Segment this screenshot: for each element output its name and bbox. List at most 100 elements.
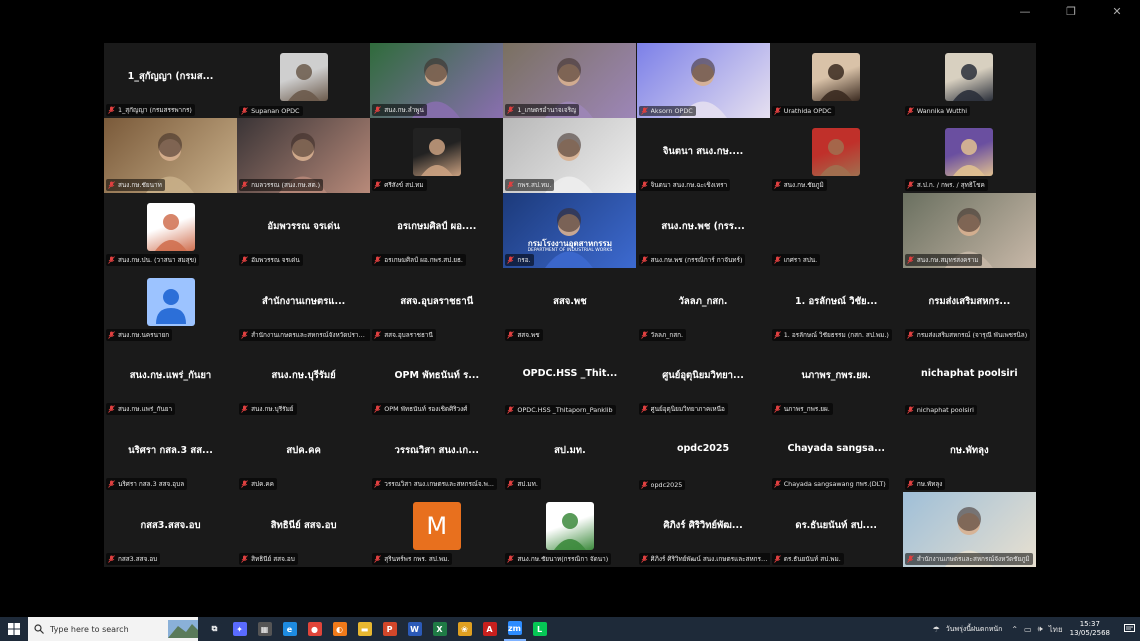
participant-tile[interactable]: กรมส่งเสริมสหกร... กรมส่งเสริมสหกรณ์ (จาร… bbox=[902, 267, 1036, 343]
participant-tile[interactable]: OPM พัทธนันท์ ร... OPM พัทธนันท์ รองเชิดศ… bbox=[370, 342, 504, 418]
weather-text[interactable]: วันพรุ่งนี้ฝนตกหนัก bbox=[946, 624, 1003, 635]
participant-name: ศิภิงร์ ศิริวิทย์พัฒน์ สนง.เกษตรและสหกรณ… bbox=[650, 555, 768, 564]
participant-tile[interactable]: กมลวรรณ (สนง.กษ.สต.) bbox=[237, 117, 371, 193]
participant-tile[interactable]: วัลลภ_กสก. วัลลภ_กสก. bbox=[636, 267, 770, 343]
participant-tile[interactable]: สนง.กษ.ชัยนาท bbox=[104, 117, 237, 193]
mic-muted-icon bbox=[108, 255, 115, 264]
participant-tile[interactable]: สนง.กษ.พช (กรร... สนง.กษ.พช (กรรณิการ์ กา… bbox=[636, 192, 770, 268]
participant-tile[interactable]: สปค.คค สปค.คค bbox=[237, 417, 371, 493]
participant-tile[interactable]: สนง.กษ.แพร่_กันยา สนง.กษ.แพร่_กันยา bbox=[104, 342, 237, 418]
photos-app-button[interactable]: ❀ bbox=[454, 617, 476, 641]
participant-tile[interactable]: Aksorn OPDC bbox=[636, 43, 770, 118]
participant-tile[interactable]: สนง.กษ.บุรีรัมย์ สนง.กษ.บุรีรัมย์ bbox=[237, 342, 371, 418]
participant-tile[interactable]: ศิภิงร์ ศิริวิทย์พัฒ... ศิภิงร์ ศิริวิทย์… bbox=[636, 492, 770, 568]
search-box[interactable]: Type here to search bbox=[28, 617, 198, 641]
clock-time: 15:37 bbox=[1079, 620, 1100, 628]
participant-tile[interactable]: ดร.ธันยนันท์ สป.... ดร.ธันยนันท์ สป.พม. bbox=[769, 492, 903, 568]
participant-tile[interactable]: สนง.กษ.สมุทรสงคราม bbox=[902, 192, 1036, 268]
participant-tile[interactable]: กษ.พัทลุง กษ.พัทลุง bbox=[902, 417, 1036, 493]
participant-tile[interactable]: วรรณวิสา สนง.เก... วรรณวิสา สนง.เกษตรและส… bbox=[370, 417, 504, 493]
firefox-app-button[interactable]: ◐ bbox=[329, 617, 351, 641]
language-indicator[interactable]: ไทย bbox=[1049, 623, 1063, 636]
window-controls: — ❐ ✕ bbox=[1002, 0, 1140, 22]
participant-nameplate: ศิภิงร์ ศิริวิทย์พัฒน์ สนง.เกษตรและสหกรณ… bbox=[638, 553, 770, 566]
participant-tile[interactable]: Supanan OPDC bbox=[237, 43, 371, 118]
participant-tile[interactable]: กพร.สป.ทม. bbox=[503, 117, 637, 193]
participant-tile[interactable]: นริศรา กสล.3 สส... นริศรา กสล.3 สสจ.อุบล bbox=[104, 417, 237, 493]
participant-tile[interactable]: สป.มท. สป.มท. bbox=[503, 417, 637, 493]
participant-tile[interactable]: 1_สุกัญญา (กรมส... 1_สุกัญญา (กรมสรรพากร) bbox=[104, 43, 237, 118]
weather-icon[interactable]: ☂ bbox=[933, 625, 940, 634]
user-icon bbox=[155, 288, 186, 324]
file-explorer-app-button[interactable]: ▬ bbox=[354, 617, 376, 641]
clock[interactable]: 15:37 13/05/2568 bbox=[1070, 620, 1110, 638]
participant-tile[interactable]: OPDC.HSS _Thit... OPDC.HSS _Thitaporn_Pan… bbox=[503, 342, 637, 418]
participant-name: วัลลภ_กสก. bbox=[650, 330, 684, 339]
edge-app-button[interactable]: e bbox=[279, 617, 301, 641]
acrobat-app-button[interactable]: A bbox=[479, 617, 501, 641]
participant-tile[interactable]: สนง.กษ.ปน. (วาสนา สมสุข) bbox=[104, 192, 237, 268]
participant-tile[interactable]: สนง.กษ.นครนายก bbox=[104, 267, 237, 343]
calculator-app-button[interactable]: ▦ bbox=[254, 617, 276, 641]
participant-nameplate: 1_เกษตรอำนาจเจริญ bbox=[505, 104, 580, 116]
participant-name: สำนักงานเกษตรและสหกรณ์จังหวัดชัยภูมิ bbox=[916, 555, 1030, 564]
participant-tile[interactable]: อัมพวรรณ จรเด่น อัมพวรรณ จรเด่น bbox=[237, 192, 371, 268]
participant-name: กรอ. bbox=[517, 255, 531, 264]
participant-nameplate: กษ.พัทลุง bbox=[904, 478, 946, 491]
excel-app-button[interactable]: X bbox=[429, 617, 451, 641]
participant-tile[interactable]: สิทธินีย์ สสจ.อบ สิทธินีย์ สสจ.อบ bbox=[237, 492, 371, 568]
participant-nameplate: อรเกษมศิลป์ ผอ.กพร.สป.ยธ. bbox=[372, 253, 466, 266]
restore-button[interactable]: ❐ bbox=[1048, 0, 1094, 22]
participant-tile[interactable]: ส.ป.ก. / กพร. / สุทธิโชค bbox=[902, 117, 1036, 193]
participant-nameplate: opdc2025 bbox=[638, 480, 686, 491]
participant-tile[interactable]: M สุรินทร์พร กพร. สป.พม. bbox=[370, 492, 504, 568]
participant-tile[interactable]: สำนักงานเกษตรแ... สำนักงานเกษตรและสหกรณ์จ… bbox=[237, 267, 371, 343]
line-app-button[interactable]: L bbox=[529, 617, 551, 641]
chrome-app-button[interactable]: ● bbox=[304, 617, 326, 641]
participant-tile[interactable]: nichaphat poolsiri nichaphat poolsiri bbox=[902, 342, 1036, 418]
word-app-button[interactable]: W bbox=[404, 617, 426, 641]
minimize-button[interactable]: — bbox=[1002, 0, 1048, 22]
participant-display-name: สสจ.อุบลราชธานี bbox=[400, 295, 474, 307]
task-view-app-button[interactable]: ⧉ bbox=[204, 617, 226, 641]
participant-tile[interactable]: สสจ.พช สสจ.พช bbox=[503, 267, 637, 343]
mic-muted-icon bbox=[906, 406, 914, 415]
start-button[interactable] bbox=[0, 617, 28, 641]
participant-tile[interactable]: สนง.กษ.ลำพูน bbox=[370, 43, 504, 118]
copilot-app-button[interactable]: ✦ bbox=[229, 617, 251, 641]
close-button[interactable]: ✕ bbox=[1094, 0, 1140, 22]
zoom-app-button[interactable]: zm bbox=[503, 617, 526, 641]
participant-tile[interactable]: สนง.กษ.ชัยนาท(กรรณิกา จัดนา) bbox=[503, 492, 637, 568]
search-highlight-icon bbox=[168, 620, 198, 638]
participant-name: สิทธินีย์ สสจ.อบ bbox=[251, 555, 295, 564]
participant-tile[interactable]: จินตนา สนง.กษ.... จินตนา สนง.กษ.ฉะเชิงเทร… bbox=[636, 117, 770, 193]
participant-tile[interactable]: opdc2025 opdc2025 bbox=[636, 417, 770, 493]
notification-button[interactable] bbox=[1118, 617, 1140, 641]
participant-nameplate: สนง.กษ.ลำพูน bbox=[372, 104, 427, 116]
participant-tile[interactable]: สนง.กษ.ชัยภูมิ bbox=[769, 117, 903, 193]
participant-tile[interactable]: 1_เกษตรอำนาจเจริญ bbox=[503, 43, 637, 118]
taskbar-apps: ⧉ ✦ ▦ e ● ◐ ▬ P W X ❀ Azm L bbox=[202, 617, 552, 641]
participant-tile[interactable]: ศูนย์อุตุนิยมวิทยา... ศูนย์อุตุนิยมวิทยาภ… bbox=[636, 342, 770, 418]
mic-muted-icon bbox=[640, 405, 648, 414]
participant-tile[interactable]: กสส3.สสจ.อบ กสส3.สสจ.อบ bbox=[104, 492, 237, 568]
participant-name: นริศรา กสล.3 สสจ.อุบล bbox=[118, 480, 185, 489]
participant-tile[interactable]: สำนักงานเกษตรและสหกรณ์จังหวัดชัยภูมิ bbox=[902, 492, 1036, 568]
participant-tile[interactable]: Chayada sangsa... Chayada sangsawang กพร.… bbox=[769, 417, 903, 493]
participant-tile[interactable]: นภาพร_กพร.ยผ. นภาพร_กพร.ยผ. bbox=[769, 342, 903, 418]
participant-tile[interactable]: 1. อรลักษณ์ วิชัย... 1. อรลักษณ์ วิชัยธรร… bbox=[769, 267, 903, 343]
default-avatar bbox=[146, 277, 195, 326]
participant-tile[interactable]: อรเกษมศิลป์ ผอ.... อรเกษมศิลป์ ผอ.กพร.สป.… bbox=[370, 192, 504, 268]
participant-tile[interactable]: กรมโรงงานอุตสาหกรรม DEPARTMENT OF INDUSTR… bbox=[503, 192, 637, 268]
chevron-up-icon[interactable]: ⌃ bbox=[1011, 625, 1018, 634]
participant-tile[interactable]: สสจ.อุบลราชธานี สสจ.อุบลราชธานี bbox=[370, 267, 504, 343]
powerpoint-app-button[interactable]: P bbox=[379, 617, 401, 641]
participant-tile[interactable]: เกศรา สปน. bbox=[769, 192, 903, 268]
profile-photo bbox=[146, 202, 195, 251]
participant-tile[interactable]: ศรีสังข์ สป.ทม bbox=[370, 117, 504, 193]
participant-tile[interactable]: Urathida OPDC bbox=[769, 43, 903, 118]
participant-tile[interactable]: Wannika Wutthi bbox=[902, 43, 1036, 118]
speaker-icon[interactable]: 🕪 bbox=[1038, 624, 1043, 634]
participant-display-name: จินตนา สนง.กษ.... bbox=[662, 145, 744, 157]
network-icon[interactable]: ▭ bbox=[1024, 625, 1032, 634]
